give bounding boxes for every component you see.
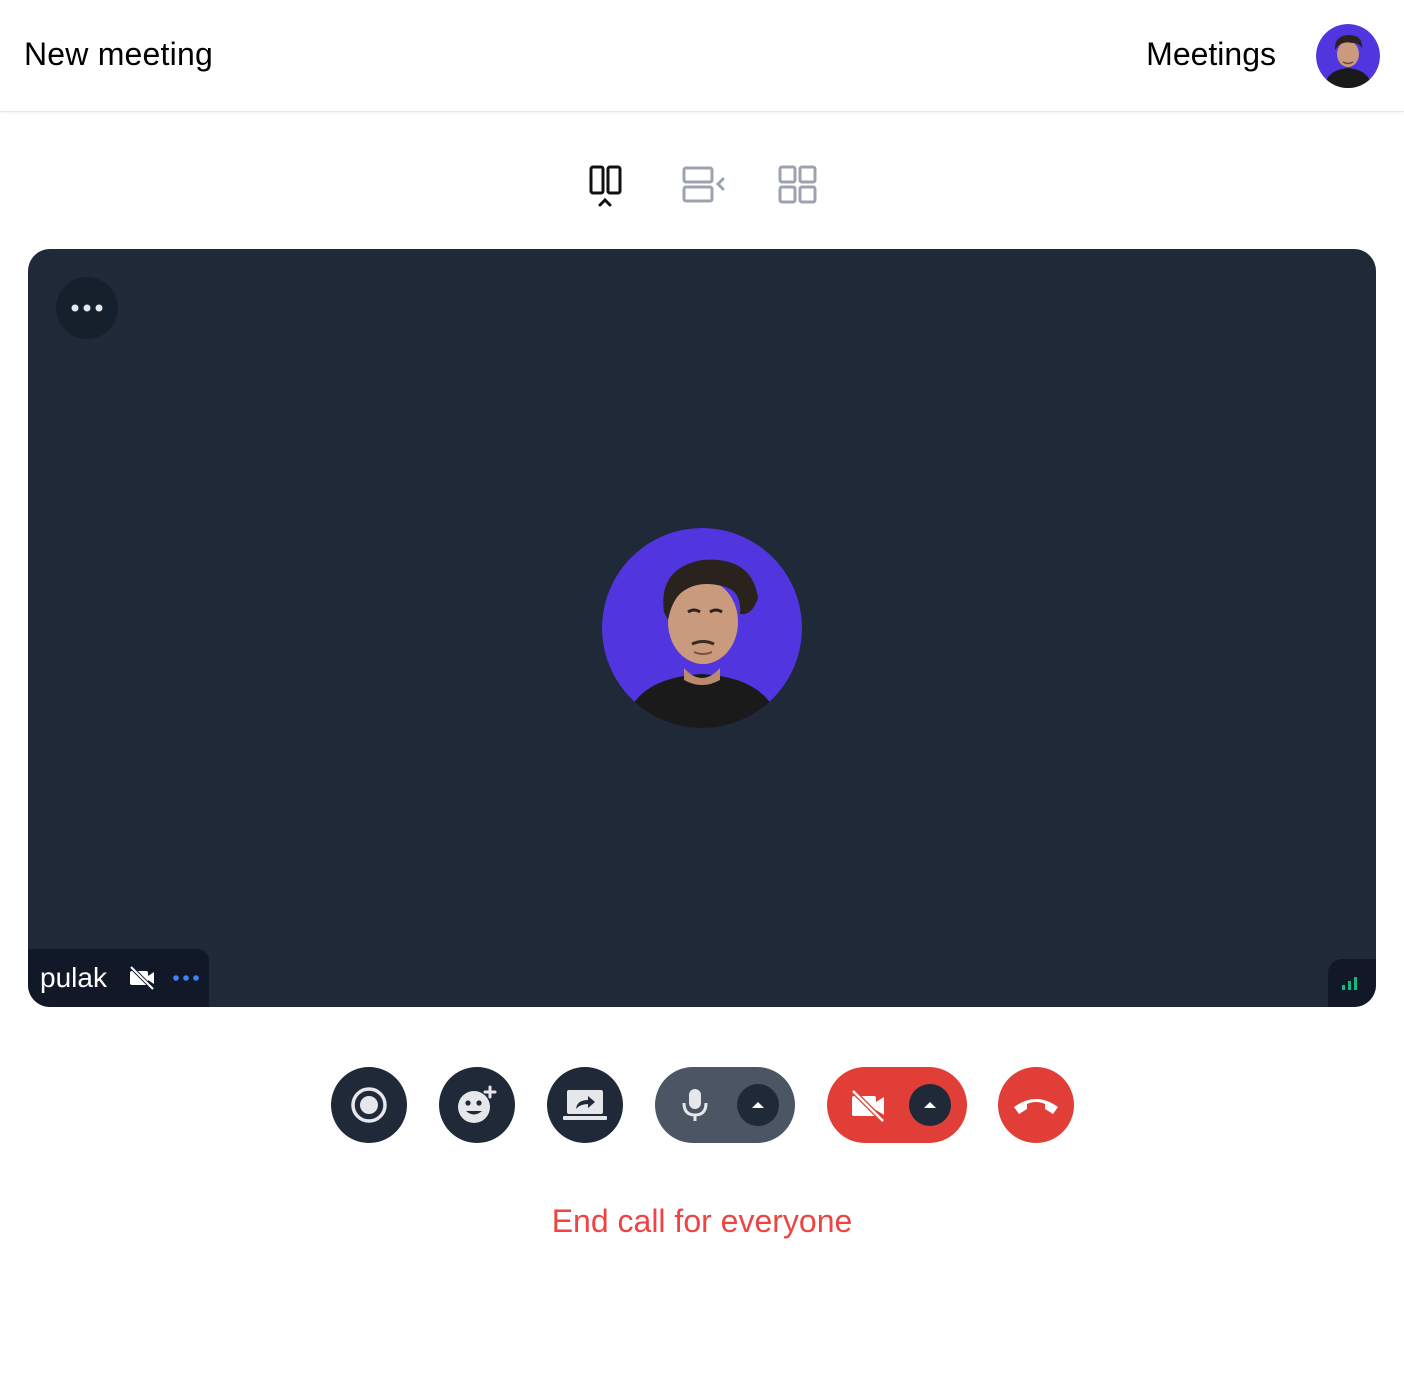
video-stage: pulak [28, 249, 1376, 1007]
top-bar: New meeting Meetings [0, 0, 1404, 112]
avatar-image [1316, 24, 1380, 88]
end-call-for-everyone-link[interactable]: End call for everyone [0, 1203, 1404, 1240]
control-bar [0, 1067, 1404, 1143]
record-button[interactable] [331, 1067, 407, 1143]
signal-strength-icon [1342, 977, 1357, 990]
layout-switcher [580, 160, 830, 210]
microphone-toggle[interactable] [655, 1067, 795, 1143]
reactions-button[interactable] [439, 1067, 515, 1143]
chevron-up-icon [752, 1102, 764, 1108]
camera-off-icon [851, 1089, 885, 1123]
participant-name: pulak [40, 962, 107, 993]
stage-menu-button[interactable] [56, 277, 118, 339]
microphone-options-button[interactable] [737, 1084, 779, 1126]
network-indicator [1328, 959, 1376, 1007]
camera-toggle[interactable] [827, 1067, 967, 1143]
spotlight-layout-button[interactable] [580, 160, 632, 210]
emoji-reaction-icon [458, 1085, 497, 1123]
sidebar-layout-button[interactable] [676, 160, 728, 210]
sidebar-layout-icon [682, 166, 725, 203]
chevron-up-icon [924, 1102, 936, 1108]
camera-off-icon [129, 965, 155, 991]
leave-call-button[interactable] [998, 1067, 1074, 1143]
screen-share-icon [563, 1090, 607, 1120]
participant-more-icon[interactable] [172, 969, 200, 987]
camera-options-button[interactable] [909, 1084, 951, 1126]
participant-avatar-image [602, 528, 802, 728]
grid-layout-button[interactable] [772, 160, 824, 210]
meetings-link[interactable]: Meetings [1146, 36, 1276, 73]
grid-layout-icon [778, 165, 817, 204]
spotlight-layout-icon [589, 165, 622, 207]
user-avatar[interactable] [1316, 24, 1380, 88]
more-dots-icon [71, 304, 103, 312]
hang-up-icon [1014, 1099, 1058, 1114]
record-icon [351, 1087, 387, 1123]
page-title: New meeting [24, 36, 213, 72]
participant-avatar [602, 528, 802, 728]
participant-name-tag: pulak [28, 949, 209, 1007]
microphone-icon [682, 1089, 708, 1121]
screen-share-button[interactable] [547, 1067, 623, 1143]
